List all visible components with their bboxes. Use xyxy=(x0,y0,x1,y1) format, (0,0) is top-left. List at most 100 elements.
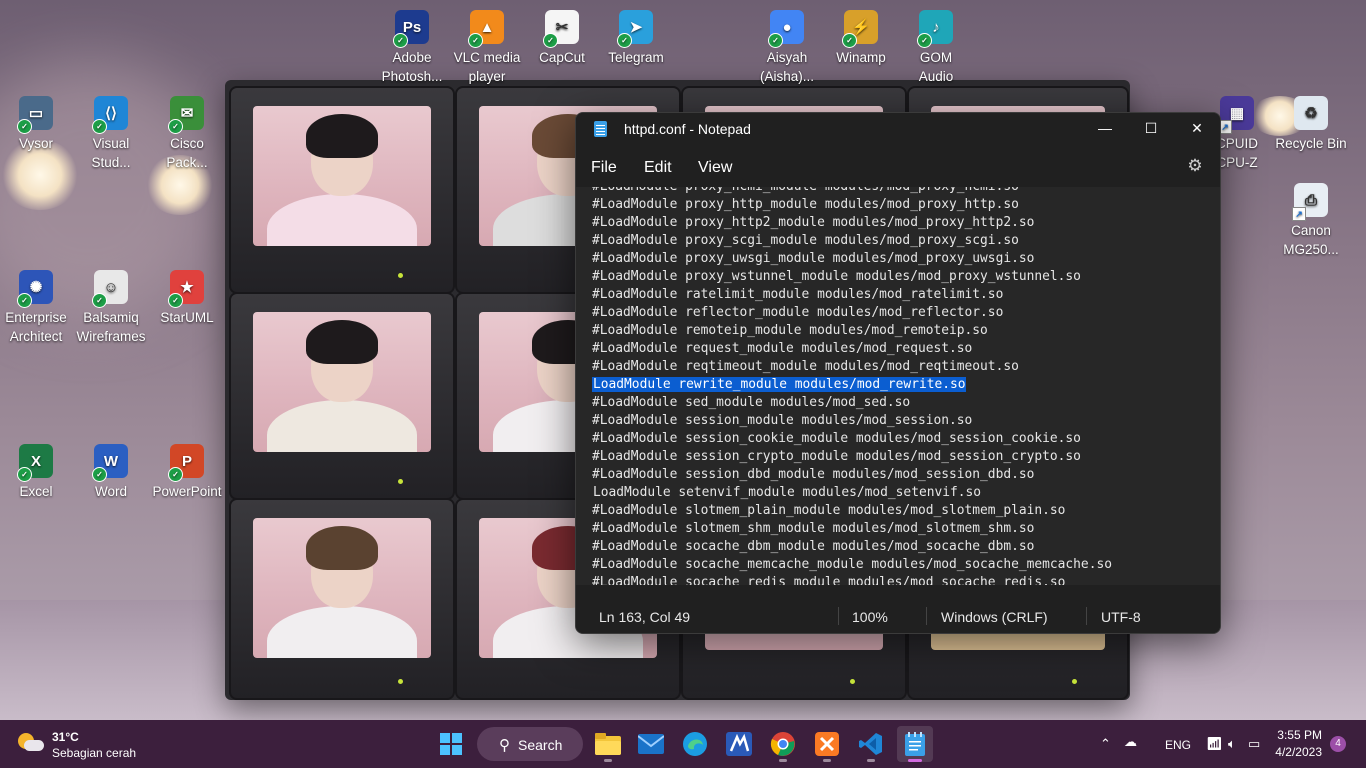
desktop-shortcut[interactable]: ✺ ✓ Enterprise Architect xyxy=(0,264,74,346)
desktop-shortcut-label: Pack... xyxy=(166,155,208,170)
code-line[interactable]: #LoadModule session_module modules/mod_s… xyxy=(592,412,1112,430)
desktop-shortcut[interactable]: P ✓ PowerPoint xyxy=(149,438,225,501)
code-line[interactable]: LoadModule setenvif_module modules/mod_s… xyxy=(592,484,1112,502)
taskbar-search-button[interactable]: ⚲ Search xyxy=(477,727,583,761)
code-line[interactable]: #LoadModule socache_dbm_module modules/m… xyxy=(592,538,1112,556)
powerpoint-icon: P ✓ xyxy=(168,444,204,482)
notification-badge[interactable]: 4 xyxy=(1330,736,1346,752)
start-windows-icon[interactable] xyxy=(433,726,469,762)
close-button[interactable]: ✕ xyxy=(1174,113,1220,145)
code-line[interactable]: #LoadModule proxy_scgi_module modules/mo… xyxy=(592,232,1112,250)
photoshop-icon: Ps ✓ xyxy=(393,10,429,48)
code-line[interactable]: #LoadModule sed_module modules/mod_sed.s… xyxy=(592,394,1112,412)
desktop-shortcut[interactable]: ★ ✓ StarUML xyxy=(149,264,225,327)
desktop-shortcut[interactable]: ➤ ✓ Telegram xyxy=(598,4,674,67)
language-indicator[interactable]: ENG xyxy=(1165,738,1191,752)
code-line[interactable]: #LoadModule socache_redis_module modules… xyxy=(592,574,1112,585)
sync-check-icon: ✓ xyxy=(17,467,32,482)
code-line[interactable]: #LoadModule reflector_module modules/mod… xyxy=(592,304,1112,322)
vlc-icon: ▲ ✓ xyxy=(468,10,504,48)
desktop-shortcut[interactable]: ✉ ✓ Cisco Pack... xyxy=(149,90,225,172)
weather-widget[interactable]: 31°C Sebagian cerah xyxy=(16,728,166,762)
desktop-shortcut[interactable]: ♻ Recycle Bin xyxy=(1273,90,1349,153)
desktop-shortcut[interactable]: ☺ ✓ Balsamiq Wireframes xyxy=(73,264,149,346)
desktop-shortcut[interactable]: ● ✓ Aisyah (Aisha)... xyxy=(749,4,825,86)
code-line[interactable]: #LoadModule session_dbd_module modules/m… xyxy=(592,466,1112,484)
shortcut-arrow-icon: ↗ xyxy=(1292,207,1306,221)
code-line[interactable]: #LoadModule proxy_http2_module modules/m… xyxy=(592,214,1112,232)
code-line[interactable]: #LoadModule remoteip_module modules/mod_… xyxy=(592,322,1112,340)
text-editor[interactable]: #LoadModule proxy_hcmi_module modules/mo… xyxy=(576,187,1220,585)
desktop-shortcut[interactable]: X ✓ Excel xyxy=(0,438,74,501)
wifi-icon[interactable]: 📶︎ xyxy=(1206,736,1223,752)
code-line[interactable]: #LoadModule socache_memcache_module modu… xyxy=(592,556,1112,574)
desktop-shortcut[interactable]: ⎙ ↗ Canon MG250... xyxy=(1273,177,1349,259)
desktop-shortcut[interactable]: ✂ ✓ CapCut xyxy=(524,4,600,67)
sync-check-icon: ✓ xyxy=(168,293,183,308)
minimize-button[interactable]: — xyxy=(1082,113,1128,145)
desktop-shortcut-label: Cisco xyxy=(170,136,204,151)
status-bar: Ln 163, Col 49 100% Windows (CRLF) UTF-8 xyxy=(576,599,1220,633)
menu-file[interactable]: File xyxy=(591,159,617,177)
file-explorer-icon[interactable] xyxy=(590,726,626,762)
code-line-text: #LoadModule proxy_hcmi_module modules/mo… xyxy=(592,187,1019,194)
desktop-shortcut[interactable]: ▲ ✓ VLC media player xyxy=(449,4,525,86)
code-line[interactable]: #LoadModule ratelimit_module modules/mod… xyxy=(592,286,1112,304)
code-line[interactable]: #LoadModule proxy_uwsgi_module modules/m… xyxy=(592,250,1112,268)
notepad-taskbar-icon[interactable] xyxy=(897,726,933,762)
settings-gear-icon[interactable]: ⚙ xyxy=(1186,157,1204,175)
code-line-text: #LoadModule request_module modules/mod_r… xyxy=(592,341,973,356)
code-line-text: #LoadModule session_cookie_module module… xyxy=(592,431,1081,446)
desktop-shortcut-label: Vysor xyxy=(18,136,53,151)
desktop-shortcut[interactable]: Ps ✓ Adobe Photosh... xyxy=(374,4,450,86)
mail-icon[interactable] xyxy=(633,726,669,762)
desktop-shortcut[interactable]: ♪ ✓ GOM Audio xyxy=(898,4,974,86)
code-line[interactable]: #LoadModule proxy_hcmi_module modules/mo… xyxy=(592,187,1112,196)
vscode-taskbar-icon[interactable] xyxy=(853,726,889,762)
canon-printer-icon: ⎙ ↗ xyxy=(1292,183,1328,221)
staruml-icon: ★ ✓ xyxy=(168,270,204,308)
status-line-ending: Windows (CRLF) xyxy=(941,609,1048,625)
selected-code-line[interactable]: LoadModule rewrite_module modules/mod_re… xyxy=(592,376,1112,394)
code-line[interactable]: #LoadModule reqtimeout_module modules/mo… xyxy=(592,358,1112,376)
code-line-text: #LoadModule slotmem_shm_module modules/m… xyxy=(592,521,1035,536)
desktop-shortcut-label: Excel xyxy=(19,484,53,499)
xampp-icon[interactable] xyxy=(809,726,845,762)
chrome-icon[interactable] xyxy=(765,726,801,762)
code-line[interactable]: #LoadModule request_module modules/mod_r… xyxy=(592,340,1112,358)
code-line-text: #LoadModule socache_dbm_module modules/m… xyxy=(592,539,1035,554)
excel-icon: X ✓ xyxy=(17,444,53,482)
menu-view[interactable]: View xyxy=(698,159,732,177)
edge-icon[interactable] xyxy=(677,726,713,762)
clock-date[interactable]: 4/2/2023 xyxy=(1275,745,1322,759)
code-line[interactable]: #LoadModule proxy_wstunnel_module module… xyxy=(592,268,1112,286)
desktop-shortcut[interactable]: ⚡ ✓ Winamp xyxy=(823,4,899,67)
volume-icon[interactable]: 🔈︎ xyxy=(1228,736,1236,752)
menu-edit[interactable]: Edit xyxy=(644,159,672,177)
title-bar[interactable]: httpd.conf - Notepad — ☐ ✕ xyxy=(576,113,1220,145)
desktop-shortcut-label: MG250... xyxy=(1283,242,1339,257)
code-line[interactable]: #LoadModule proxy_http_module modules/mo… xyxy=(592,196,1112,214)
chevron-up-icon[interactable]: ⌃ xyxy=(1100,736,1111,752)
sync-check-icon: ✓ xyxy=(168,119,183,134)
notepad-window[interactable]: httpd.conf - Notepad — ☐ ✕ File Edit Vie… xyxy=(575,112,1221,634)
editor-content[interactable]: #LoadModule proxy_hcmi_module modules/mo… xyxy=(592,187,1112,585)
desktop-shortcut[interactable]: W ✓ Word xyxy=(73,438,149,501)
onedrive-cloud-icon[interactable]: ☁ xyxy=(1124,734,1137,750)
battery-icon[interactable]: ▭ xyxy=(1248,736,1260,752)
code-line[interactable]: #LoadModule slotmem_shm_module modules/m… xyxy=(592,520,1112,538)
code-line-text: #LoadModule proxy_wstunnel_module module… xyxy=(592,269,1081,284)
clock-time[interactable]: 3:55 PM xyxy=(1277,728,1322,742)
visual-paradigm-icon[interactable] xyxy=(721,726,757,762)
maximize-button[interactable]: ☐ xyxy=(1128,113,1174,145)
desktop-shortcut-label: VLC media xyxy=(453,50,521,65)
code-line[interactable]: #LoadModule session_cookie_module module… xyxy=(592,430,1112,448)
vscode-icon: ⟨⟩ ✓ xyxy=(92,96,128,134)
desktop-shortcut-label: Visual xyxy=(92,136,130,151)
desktop-shortcut-label: Enterprise xyxy=(5,310,67,325)
code-line[interactable]: #LoadModule session_crypto_module module… xyxy=(592,448,1112,466)
desktop-shortcut[interactable]: ▭ ✓ Vysor xyxy=(0,90,74,153)
cisco-packet-tracer-icon: ✉ ✓ xyxy=(168,96,204,134)
desktop-shortcut[interactable]: ⟨⟩ ✓ Visual Stud... xyxy=(73,90,149,172)
code-line[interactable]: #LoadModule slotmem_plain_module modules… xyxy=(592,502,1112,520)
